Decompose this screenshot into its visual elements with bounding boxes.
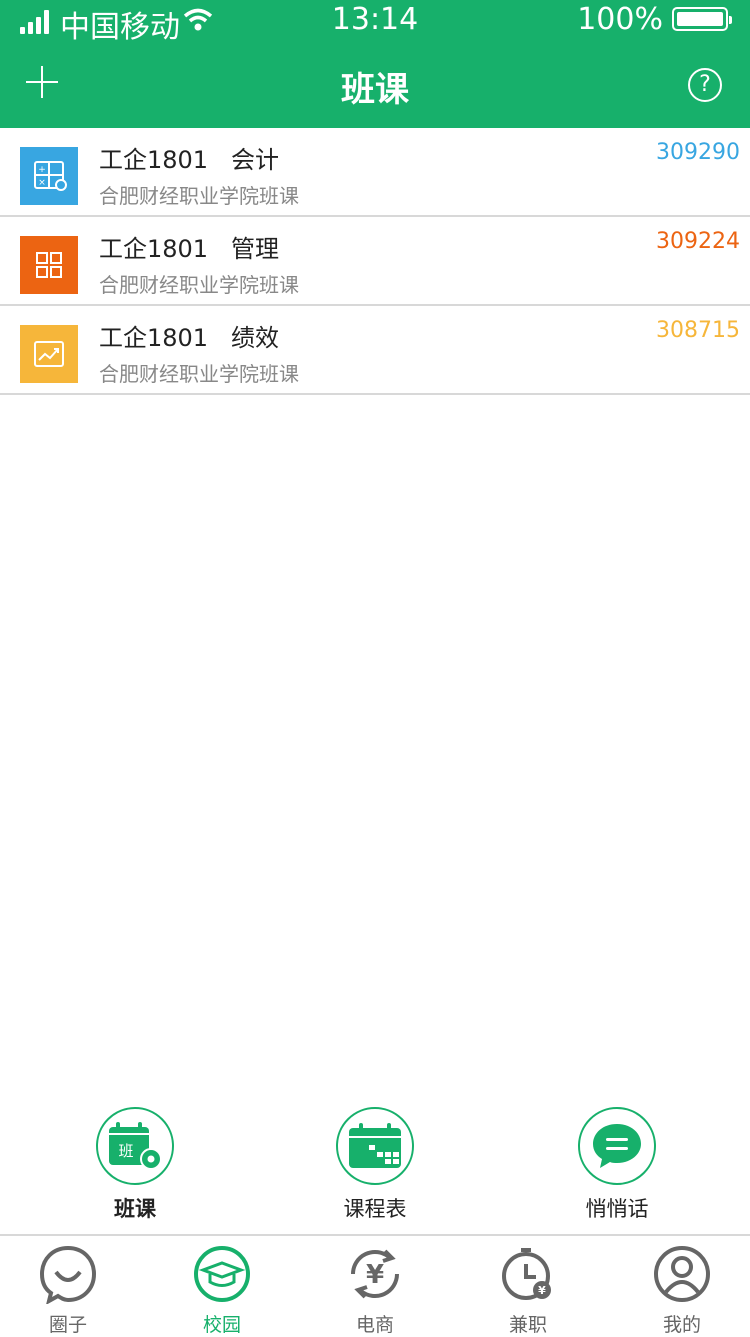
svg-text:¥: ¥ — [366, 1260, 384, 1290]
tab-label: 我的 — [662, 1314, 701, 1336]
timetable-icon — [349, 1123, 401, 1168]
quick-action-label: 悄悄话 — [585, 1197, 649, 1221]
class-name: 工企1801 — [99, 324, 209, 352]
graduation-cap-icon — [194, 1246, 250, 1302]
tab-label: 兼职 — [508, 1314, 547, 1336]
quick-action-label: 班课 — [114, 1197, 156, 1221]
quick-action-timetable[interactable]: 课程表 — [305, 1107, 445, 1227]
calculator-icon: + × — [20, 147, 78, 205]
class-subject: 会计 — [230, 146, 279, 174]
app-header: 中国移动 13:14 100% 班课 ? — [0, 0, 750, 128]
class-item[interactable]: + × 工企1801 会计 合肥财经职业学院班课 309290 — [0, 128, 750, 217]
svg-text:+: + — [38, 165, 46, 175]
battery-icon — [672, 7, 732, 31]
status-bar: 中国移动 13:14 100% — [0, 0, 750, 45]
chat-icon — [593, 1124, 641, 1168]
svg-text:班: 班 — [118, 1142, 133, 1160]
class-settings-icon: 班 — [109, 1122, 162, 1170]
yen-refresh-icon: ¥ — [350, 1249, 400, 1299]
tab-campus[interactable]: 校园 — [162, 1244, 282, 1337]
class-list: + × 工企1801 会计 合肥财经职业学院班课 309290 工企1801 管… — [0, 128, 750, 395]
tab-ecommerce[interactable]: ¥ 电商 — [315, 1244, 435, 1337]
tab-circle[interactable]: 圈子 — [8, 1244, 128, 1337]
tab-mine[interactable]: 我的 — [622, 1244, 742, 1337]
quick-action-whisper[interactable]: 悄悄话 — [547, 1107, 687, 1227]
help-button[interactable]: ? — [688, 68, 722, 102]
class-name: 工企1801 — [99, 146, 209, 174]
class-subject: 管理 — [230, 235, 279, 263]
class-item[interactable]: 工企1801 管理 合肥财经职业学院班课 309224 — [0, 217, 750, 306]
class-name: 工企1801 — [99, 235, 209, 263]
svg-text:×: × — [38, 178, 46, 188]
tab-label: 电商 — [355, 1314, 394, 1336]
class-school: 合肥财经职业学院班课 — [99, 184, 299, 208]
class-code: 309224 — [656, 229, 740, 254]
grid-icon — [20, 236, 78, 294]
circle-chat-icon — [39, 1245, 97, 1305]
class-school: 合肥财经职业学院班课 — [99, 273, 299, 297]
battery-percent: 100% — [577, 2, 663, 37]
class-subject: 绩效 — [230, 324, 279, 352]
tab-label: 校园 — [202, 1314, 241, 1336]
tab-bar: 圈子 校园 ¥ 电商 ¥ 兼职 我的 — [0, 1234, 750, 1336]
class-code: 309290 — [656, 140, 740, 165]
quick-action-class[interactable]: 班 班课 — [65, 1107, 205, 1227]
class-code: 308715 — [656, 318, 740, 343]
trend-chart-icon — [20, 325, 78, 383]
class-school: 合肥财经职业学院班课 — [99, 362, 299, 386]
tab-label: 圈子 — [48, 1314, 87, 1336]
svg-text:¥: ¥ — [538, 1284, 546, 1297]
quick-action-label: 课程表 — [343, 1197, 407, 1221]
tab-parttime[interactable]: ¥ 兼职 — [468, 1244, 588, 1337]
page-title: 班课 — [341, 70, 409, 110]
class-item[interactable]: 工企1801 绩效 合肥财经职业学院班课 308715 — [0, 306, 750, 395]
clock-yen-icon: ¥ — [502, 1248, 551, 1300]
profile-icon — [654, 1246, 710, 1302]
